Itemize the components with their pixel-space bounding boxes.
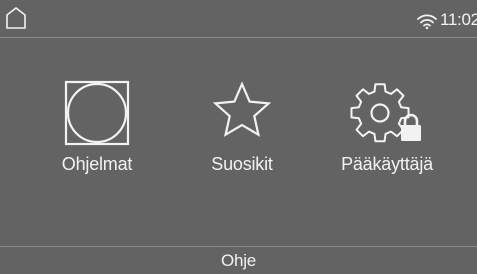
program-drum-icon [64,80,130,146]
menu-tile-admin[interactable]: Pääkäyttäjä [307,75,467,195]
home-icon[interactable] [5,6,27,30]
device-display: 11:02 Ohjelmat Suosikit Pääkäyttäjä Ohje [0,0,477,274]
gear-lock-icon [350,83,421,143]
help-button[interactable]: Ohje [0,246,477,274]
menu-tile-programs[interactable]: Ohjelmat [17,75,177,195]
menu-tile-label: Ohjelmat [61,154,133,174]
star-icon [212,81,272,137]
status-clock: 11:02 [440,10,477,29]
menu-tile-label: Pääkäyttäjä [341,154,433,174]
menu-tile-label: Suosikit [211,154,273,174]
status-bar: 11:02 [0,0,477,38]
wifi-icon [417,14,437,29]
menu-tile-favorites[interactable]: Suosikit [162,75,322,195]
lock-icon [401,113,421,141]
